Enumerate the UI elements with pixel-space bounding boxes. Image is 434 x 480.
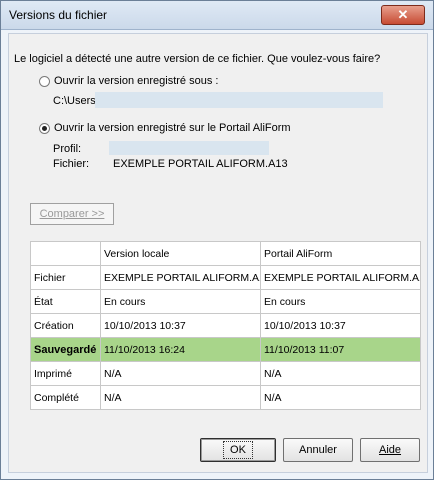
file-value: EXEMPLE PORTAIL ALIFORM.A13 [113,158,288,170]
help-button-label: Aide [378,444,402,456]
portal-value: N/A [260,385,421,410]
table-row: Imprimé N/A N/A [30,361,421,386]
local-value: EXEMPLE PORTAIL ALIFORM.A1 [100,265,261,290]
table-row: État En cours En cours [30,289,421,314]
question-text: Le logiciel a détecté une autre version … [14,53,381,65]
radio-open-portal-label[interactable]: Ouvrir la version enregistré sur le Port… [54,122,291,134]
local-path-field [95,92,383,108]
table-header-cell: Portail AliForm [260,241,421,266]
table-header-cell [30,241,101,266]
table-header-row: Version locale Portail AliForm [30,241,421,266]
portal-value: 10/10/2013 10:37 [260,313,421,338]
table-header-cell: Version locale [100,241,261,266]
local-value: N/A [100,361,261,386]
compare-button[interactable]: Comparer >> [30,203,114,225]
ok-button[interactable]: OK [200,438,276,462]
table-row-highlighted: Sauvegardé 11/10/2013 16:24 11/10/2013 1… [30,337,421,362]
window-title: Versions du fichier [9,8,108,22]
profile-label: Profil: [53,143,82,155]
cancel-button-label: Annuler [299,444,337,456]
row-label: État [30,289,101,314]
file-label: Fichier: [53,158,90,170]
portal-value: EXEMPLE PORTAIL ALIFORM.A1: [260,265,421,290]
portal-value: N/A [260,361,421,386]
portal-value: En cours [260,289,421,314]
portal-value: 11/10/2013 11:07 [260,337,421,362]
local-value: N/A [100,385,261,410]
local-path-label: C:\Users [53,95,96,107]
local-value: En cours [100,289,261,314]
versions-table: Version locale Portail AliForm Fichier E… [30,241,421,410]
profile-field [109,141,269,155]
table-row: Complété N/A N/A [30,385,421,410]
ok-button-label: OK [223,441,253,459]
radio-open-local-label[interactable]: Ouvrir la version enregistré sous : [54,75,218,87]
row-label: Fichier [30,265,101,290]
row-label: Création [30,313,101,338]
radio-open-local[interactable] [39,76,50,87]
row-label: Sauvegardé [30,337,101,362]
local-value: 10/10/2013 10:37 [100,313,261,338]
local-value: 11/10/2013 16:24 [100,337,261,362]
radio-open-portal[interactable] [39,123,50,134]
cancel-button[interactable]: Annuler [283,438,353,462]
close-button[interactable]: ✕ [381,5,425,25]
title-bar: Versions du fichier ✕ [1,1,433,30]
table-row: Fichier EXEMPLE PORTAIL ALIFORM.A1 EXEMP… [30,265,421,290]
close-icon: ✕ [397,7,409,22]
table-row: Création 10/10/2013 10:37 10/10/2013 10:… [30,313,421,338]
row-label: Complété [30,385,101,410]
row-label: Imprimé [30,361,101,386]
help-button[interactable]: Aide [360,438,420,462]
compare-button-label: Comparer >> [39,208,105,220]
